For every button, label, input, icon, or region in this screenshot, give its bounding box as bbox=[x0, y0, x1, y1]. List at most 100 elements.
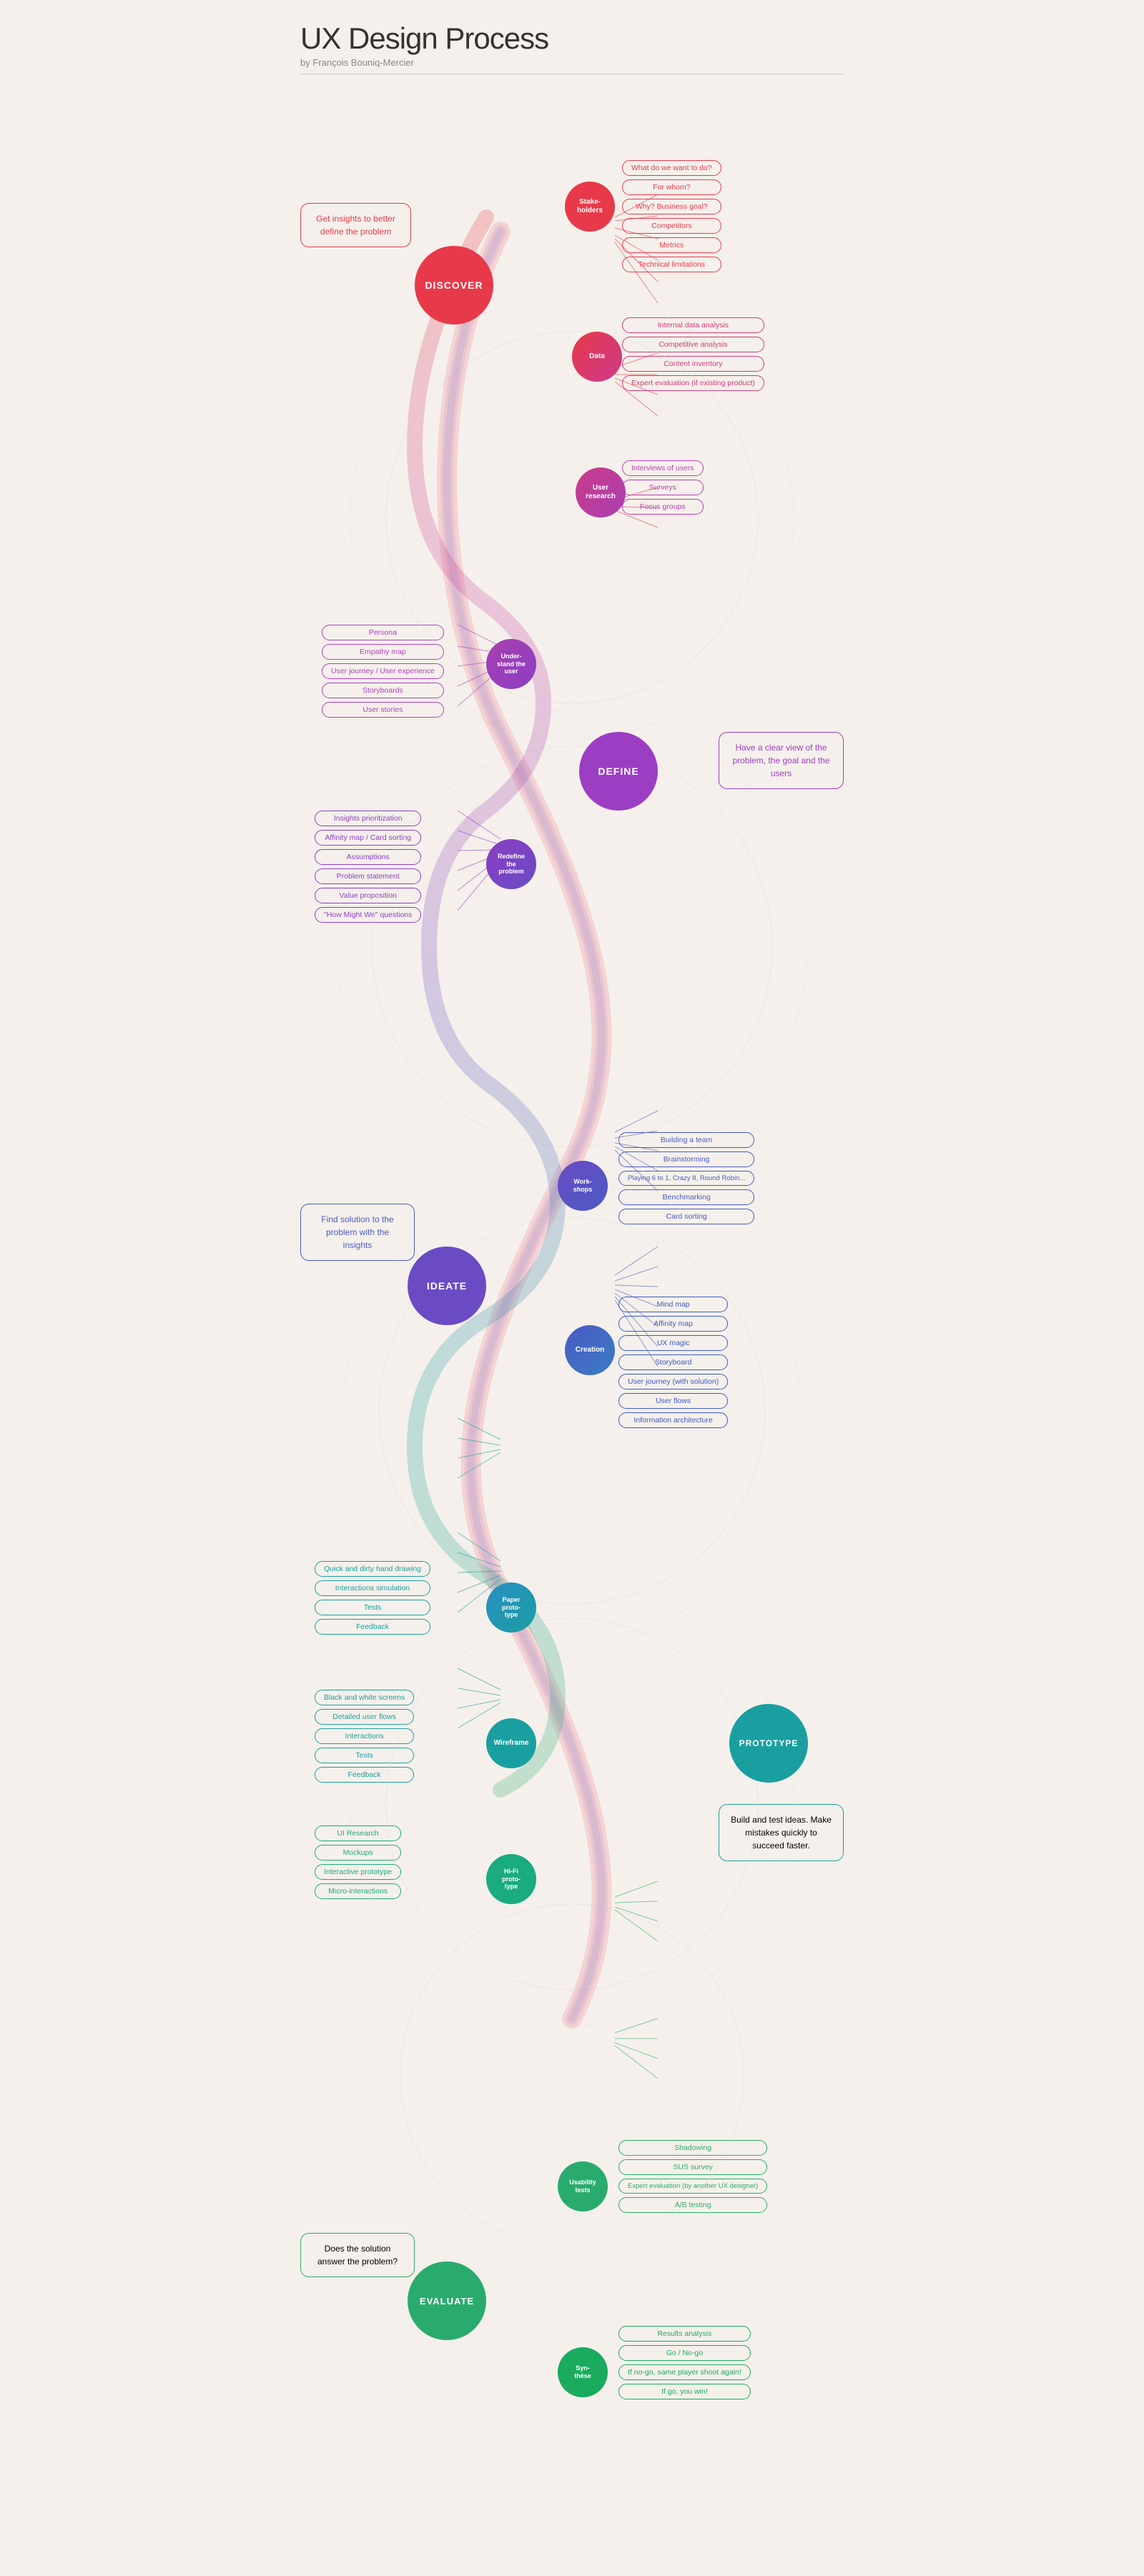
wireframe-pill-4: Tests bbox=[315, 1748, 414, 1763]
synthese-label: Syn-thèse bbox=[574, 2364, 591, 2380]
define-circle: DEFINE bbox=[579, 732, 658, 811]
workshops-pill-4: Benchmarking bbox=[618, 1189, 754, 1205]
evaluate-description: Does the solution answer the problem? bbox=[317, 2244, 398, 2267]
hifi-pill-1: UI Research bbox=[315, 1826, 401, 1841]
wireframe-pills: Black and white screens Detailed user fl… bbox=[315, 1690, 414, 1783]
wireframe-pill-3: Interactions bbox=[315, 1728, 414, 1744]
define-info-box: Have a clear view of the problem, the go… bbox=[719, 732, 844, 789]
evaluate-circle: EVALUATE bbox=[408, 2262, 486, 2340]
synthese-pill-1: Results analysis bbox=[618, 2326, 751, 2342]
user-research-pill-1: Interviews of users bbox=[622, 460, 704, 476]
understand-pill-3: User journey / User experience bbox=[322, 663, 444, 679]
creation-pill-1: Mind map bbox=[618, 1297, 728, 1312]
hifi-pills: UI Research Mockups Interactive prototyp… bbox=[315, 1826, 401, 1899]
stakeholders-pill-1: What do we want to do? bbox=[622, 160, 721, 176]
redefine-label: Redefinetheproblem bbox=[498, 853, 525, 876]
user-research-pills: Interviews of users Surveys Focus groups bbox=[622, 460, 704, 515]
workshops-circle: Work-shops bbox=[558, 1161, 608, 1211]
wireframe-label: Wireframe bbox=[494, 1739, 529, 1748]
paper-prototype-label: Paperproto-type bbox=[502, 1596, 521, 1619]
usability-pill-3: Expert evaluation (by another UX designe… bbox=[618, 2179, 767, 2194]
usability-pill-2: SUS survey bbox=[618, 2159, 767, 2175]
synthese-pill-3: If no-go, same player shoot again! bbox=[618, 2364, 751, 2380]
redefine-pill-6: "How Might We" questions bbox=[315, 907, 421, 923]
stakeholders-label: Stake-holders bbox=[577, 198, 603, 215]
creation-circle: Creation bbox=[565, 1325, 615, 1375]
workshops-pill-1: Building a team bbox=[618, 1132, 754, 1148]
define-label: DEFINE bbox=[598, 766, 638, 777]
main-title: UX Design Process bbox=[300, 21, 844, 56]
evaluate-section: Does the solution answer the problem? EV… bbox=[300, 2076, 844, 2533]
paper-pills: Quick and dirty hand drawing Interaction… bbox=[315, 1561, 430, 1635]
usability-pill-1: Shadowing bbox=[618, 2140, 767, 2156]
usability-pills: Shadowing SUS survey Expert evaluation (… bbox=[618, 2140, 767, 2213]
prototype-section: Paperproto-type Quick and dirty hand dra… bbox=[300, 1547, 844, 2061]
evaluate-info-box: Does the solution answer the problem? bbox=[300, 2233, 415, 2277]
hifi-pill-3: Interactive prototype bbox=[315, 1864, 401, 1880]
user-research-circle: Userresearch bbox=[576, 467, 626, 517]
synthese-pills: Results analysis Go / No-go If no-go, sa… bbox=[618, 2326, 751, 2399]
usability-label: Usabilitytests bbox=[569, 2179, 596, 2194]
discover-description: Get insights to better define the proble… bbox=[316, 214, 395, 237]
stakeholders-pill-2: For whom? bbox=[622, 179, 721, 195]
data-pill-1: Internal data analysis bbox=[622, 317, 764, 333]
synthese-pill-4: If go, you win! bbox=[618, 2384, 751, 2399]
data-pill-2: Competitive analysis bbox=[622, 337, 764, 352]
synthese-pill-2: Go / No-go bbox=[618, 2345, 751, 2361]
redefine-pill-4: Problem statement bbox=[315, 868, 421, 884]
synthese-circle: Syn-thèse bbox=[558, 2347, 608, 2397]
paper-pill-2: Interactions simulation bbox=[315, 1580, 430, 1596]
understand-pill-2: Empathy map bbox=[322, 644, 444, 660]
understand-pill-4: Storyboards bbox=[322, 683, 444, 698]
data-pill-3: Content inventory bbox=[622, 356, 764, 372]
workshops-pill-5: Card sorting bbox=[618, 1209, 754, 1224]
discover-section: Get insights to better define the proble… bbox=[300, 89, 844, 589]
define-description: Have a clear view of the problem, the go… bbox=[732, 743, 829, 778]
stakeholders-pill-5: Metrics bbox=[622, 237, 721, 253]
stakeholders-pills: What do we want to do? For whom? Why? Bu… bbox=[622, 160, 721, 272]
stakeholders-circle: Stake-holders bbox=[565, 182, 615, 232]
creation-pill-6: User flows bbox=[618, 1393, 728, 1409]
data-label: Data bbox=[589, 352, 605, 361]
creation-pill-3: UX magic bbox=[618, 1335, 728, 1351]
hifi-pill-4: Micro-interactions bbox=[315, 1883, 401, 1899]
data-pill-4: Expert evaluation (if existing product) bbox=[622, 375, 764, 391]
page-title: UX Design Process by François Bouniq-Mer… bbox=[300, 21, 844, 74]
ideate-info-box: Find solution to the problem with the in… bbox=[300, 1204, 415, 1261]
understand-label: Under-stand theuser bbox=[497, 653, 526, 675]
ideate-description: Find solution to the problem with the in… bbox=[321, 1214, 393, 1250]
prototype-label: PROTOTYPE bbox=[739, 1738, 799, 1748]
redefine-pill-5: Value proposition bbox=[315, 888, 421, 903]
data-circle: Data bbox=[572, 332, 622, 382]
prototype-description: Build and test ideas. Make mistakes quic… bbox=[731, 1815, 832, 1851]
redefine-pill-3: Assumptions bbox=[315, 849, 421, 865]
understand-pills: Persona Empathy map User journey / User … bbox=[322, 625, 444, 718]
understand-pill-5: User stories bbox=[322, 702, 444, 718]
creation-pills: Mind map Affinity map UX magic Storyboar… bbox=[618, 1297, 728, 1428]
paper-pill-4: Feedback bbox=[315, 1619, 430, 1635]
ideate-label: IDEATE bbox=[427, 1280, 467, 1292]
evaluate-label: EVALUATE bbox=[420, 2296, 474, 2307]
discover-info-box: Get insights to better define the proble… bbox=[300, 203, 411, 247]
creation-label: Creation bbox=[576, 1346, 605, 1354]
paper-prototype-circle: Paperproto-type bbox=[486, 1582, 536, 1633]
paper-pill-1: Quick and dirty hand drawing bbox=[315, 1561, 430, 1577]
wireframe-pill-5: Feedback bbox=[315, 1767, 414, 1783]
wireframe-pill-2: Detailed user flows bbox=[315, 1709, 414, 1725]
creation-pill-2: Affinity map bbox=[618, 1316, 728, 1332]
redefine-pills: Insights prioritization Affinity map / C… bbox=[315, 811, 421, 923]
stakeholders-pill-6: Technical limitations bbox=[622, 257, 721, 272]
prototype-info-box: Build and test ideas. Make mistakes quic… bbox=[719, 1804, 844, 1861]
redefine-pill-2: Affinity map / Card sorting bbox=[315, 830, 421, 846]
workshops-pill-3: Playing 6 to 1, Crazy 8, Round Robin... bbox=[618, 1171, 754, 1186]
author-subtitle: by François Bouniq-Mercier bbox=[300, 57, 844, 68]
stakeholders-pill-3: Why? Business goal? bbox=[622, 199, 721, 214]
creation-pill-7: Information architecture bbox=[618, 1412, 728, 1428]
hifi-label: Hi-Fiproto-type bbox=[502, 1868, 521, 1891]
workshops-pill-2: Brainstorming bbox=[618, 1151, 754, 1167]
paper-pill-3: Tests bbox=[315, 1600, 430, 1615]
workshops-label: Work-shops bbox=[573, 1178, 593, 1194]
wireframe-pill-1: Black and white screens bbox=[315, 1690, 414, 1705]
user-research-pill-2: Surveys bbox=[622, 480, 704, 495]
redefine-circle: Redefinetheproblem bbox=[486, 839, 536, 889]
